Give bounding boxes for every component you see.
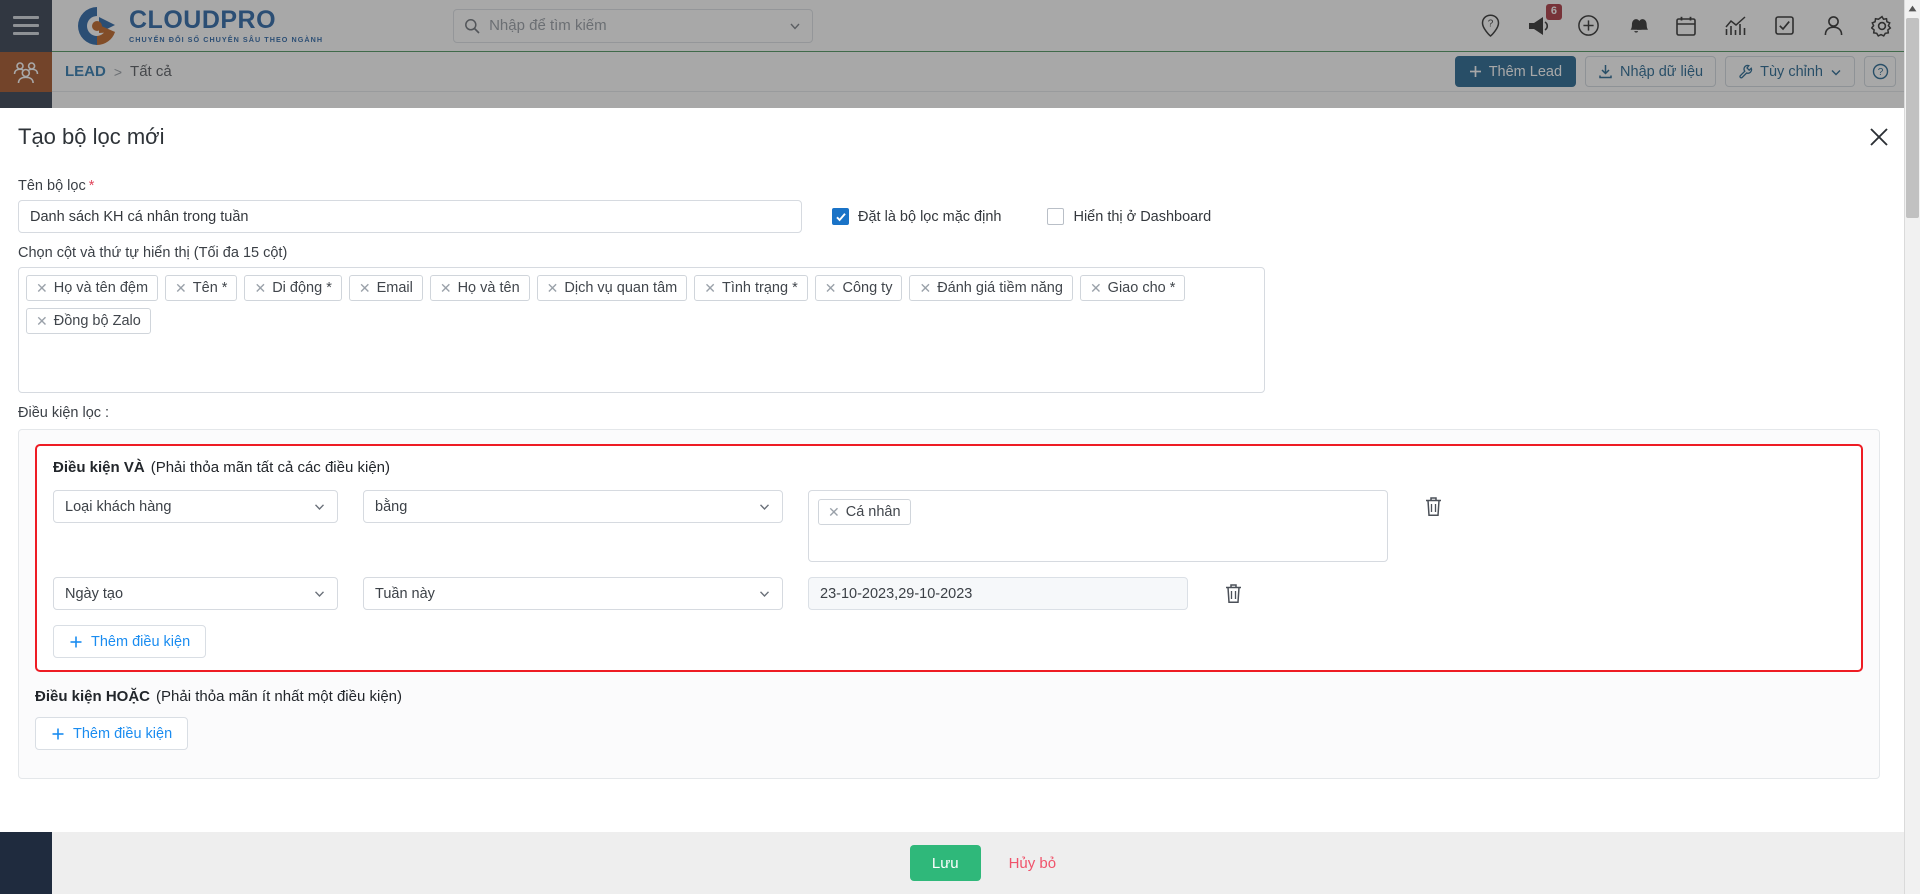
and-group-hint: (Phải thỏa mãn tất cả các điều kiện) bbox=[150, 459, 390, 476]
condition-operator-select[interactable]: Tuần này bbox=[363, 577, 783, 610]
show-on-dashboard-checkbox[interactable]: Hiển thị ở Dashboard bbox=[1047, 208, 1211, 225]
remove-tag-icon[interactable]: ✕ bbox=[919, 281, 931, 295]
add-or-condition-label: Thêm điều kiện bbox=[73, 725, 173, 742]
or-condition-group: Điều kiện HOẶC (Phải thỏa mãn ít nhất một… bbox=[35, 688, 1863, 750]
or-group-title: Điều kiện HOẶC bbox=[35, 688, 151, 705]
condition-field-value: Ngày tạo bbox=[65, 585, 124, 602]
column-tag[interactable]: ✕ Công ty bbox=[814, 275, 903, 301]
column-tag-label: Họ và tên đệm bbox=[53, 280, 149, 296]
scroll-up-icon[interactable] bbox=[1904, 0, 1920, 17]
condition-value-tag[interactable]: ✕ Cá nhân bbox=[818, 499, 911, 525]
and-condition-group: Điều kiện VÀ (Phải thỏa mãn tất cả các đi… bbox=[35, 444, 1863, 672]
conditions-container: Điều kiện VÀ (Phải thỏa mãn tất cả các đi… bbox=[18, 429, 1880, 779]
condition-field-select[interactable]: Ngày tạo bbox=[53, 577, 338, 610]
column-tag-label: Tình trạng * bbox=[721, 280, 798, 296]
condition-row: Ngày tạo Tuần này 23-10-2023,29-10-2023 bbox=[53, 577, 1845, 610]
and-group-title: Điều kiện VÀ bbox=[53, 459, 145, 476]
filter-name-row: Danh sách KH cá nhân trong tuần Đặt là b… bbox=[18, 200, 1902, 233]
column-tag[interactable]: ✕ Họ và tên đệm bbox=[26, 275, 159, 301]
footer-rail bbox=[0, 832, 52, 894]
modal-body: Tên bộ lọc * Danh sách KH cá nhân trong t… bbox=[0, 178, 1920, 779]
modal-backdrop bbox=[0, 0, 1920, 110]
filter-name-label: Tên bộ lọc * bbox=[18, 178, 1902, 194]
modal-footer: Lưu Hủy bỏ bbox=[52, 832, 1920, 894]
column-tag-label: Di động * bbox=[272, 280, 332, 296]
modal-header: Tạo bộ lọc mới bbox=[0, 108, 1920, 166]
conditions-label: Điều kiện lọc : bbox=[18, 405, 110, 421]
filter-name-input[interactable]: Danh sách KH cá nhân trong tuần bbox=[18, 200, 802, 233]
column-tag[interactable]: ✕ Email bbox=[348, 275, 423, 301]
create-filter-modal: Tạo bộ lọc mới Tên bộ lọc * Danh sách KH … bbox=[0, 108, 1920, 832]
filter-options: Đặt là bộ lọc mặc định Hiển thị ở Dashbo… bbox=[832, 208, 1211, 225]
condition-field-value: Loại khách hàng bbox=[65, 498, 172, 515]
default-filter-checkbox[interactable]: Đặt là bộ lọc mặc định bbox=[832, 208, 1001, 225]
app-root: CLOUDPRO CHUYỂN ĐỔI SỐ CHUYÊN SÂU THEO N… bbox=[0, 0, 1920, 894]
chevron-down-icon bbox=[313, 500, 326, 513]
remove-tag-icon[interactable]: ✕ bbox=[36, 281, 48, 295]
chevron-down-icon bbox=[758, 500, 771, 513]
remove-tag-icon[interactable]: ✕ bbox=[440, 281, 452, 295]
column-tag-label: Email bbox=[376, 280, 413, 296]
checkbox-checked-icon bbox=[832, 208, 849, 225]
remove-tag-icon[interactable]: ✕ bbox=[547, 281, 559, 295]
plus-icon bbox=[69, 635, 83, 649]
columns-label: Chọn cột và thứ tự hiển thị (Tối đa 15 c… bbox=[18, 245, 288, 261]
condition-operator-select[interactable]: bằng bbox=[363, 490, 783, 523]
column-tag[interactable]: ✕ Dịch vụ quan tâm bbox=[536, 275, 688, 301]
checkbox-unchecked-icon bbox=[1047, 208, 1065, 225]
condition-date-range-input[interactable]: 23-10-2023,29-10-2023 bbox=[808, 577, 1188, 610]
condition-value-tag-input[interactable]: ✕ Cá nhân bbox=[808, 490, 1388, 562]
page-scrollbar[interactable] bbox=[1904, 0, 1920, 894]
chevron-down-icon bbox=[313, 587, 326, 600]
condition-field-select[interactable]: Loại khách hàng bbox=[53, 490, 338, 523]
filter-name-label-text: Tên bộ lọc bbox=[18, 178, 86, 194]
add-or-condition-button[interactable]: Thêm điều kiện bbox=[35, 717, 189, 750]
column-tag[interactable]: ✕ Họ và tên bbox=[429, 275, 530, 301]
column-tag-label: Đồng bộ Zalo bbox=[53, 313, 141, 329]
remove-tag-icon[interactable]: ✕ bbox=[175, 281, 187, 295]
required-mark: * bbox=[88, 178, 95, 194]
close-icon[interactable] bbox=[1866, 124, 1892, 150]
add-and-condition-button[interactable]: Thêm điều kiện bbox=[53, 625, 207, 658]
column-tag-label: Đánh giá tiềm năng bbox=[937, 280, 1063, 296]
condition-row: Loại khách hàng bằng ✕ Cá nhân bbox=[53, 490, 1845, 562]
page-title: Tạo bộ lọc mới bbox=[18, 124, 165, 149]
scrollbar-thumb[interactable] bbox=[1906, 18, 1919, 218]
remove-tag-icon[interactable]: ✕ bbox=[254, 281, 266, 295]
column-tag[interactable]: ✕ Giao cho * bbox=[1079, 275, 1186, 301]
column-tag[interactable]: ✕ Tên * bbox=[165, 275, 238, 301]
column-tag-label: Công ty bbox=[842, 280, 893, 296]
and-group-header: Điều kiện VÀ (Phải thỏa mãn tất cả các đi… bbox=[53, 459, 1845, 476]
or-group-header: Điều kiện HOẶC (Phải thỏa mãn ít nhất một… bbox=[35, 688, 1863, 705]
remove-tag-icon[interactable]: ✕ bbox=[825, 281, 837, 295]
condition-operator-value: bằng bbox=[375, 498, 408, 515]
remove-tag-icon[interactable]: ✕ bbox=[36, 314, 48, 328]
plus-icon bbox=[51, 727, 65, 741]
column-tag[interactable]: ✕ Di động * bbox=[244, 275, 342, 301]
column-tag-label: Họ và tên bbox=[457, 280, 520, 296]
add-and-condition-label: Thêm điều kiện bbox=[91, 633, 191, 650]
delete-condition-button[interactable] bbox=[1221, 583, 1245, 604]
remove-tag-icon[interactable]: ✕ bbox=[704, 281, 716, 295]
save-button[interactable]: Lưu bbox=[909, 845, 981, 881]
remove-tag-icon[interactable]: ✕ bbox=[1090, 281, 1102, 295]
column-tag[interactable]: ✕ Tình trạng * bbox=[694, 275, 808, 301]
default-filter-label: Đặt là bộ lọc mặc định bbox=[858, 208, 1002, 225]
or-group-hint: (Phải thỏa mãn ít nhất một điều kiện) bbox=[156, 688, 403, 705]
cancel-button[interactable]: Hủy bỏ bbox=[1003, 854, 1063, 873]
show-on-dashboard-label: Hiển thị ở Dashboard bbox=[1073, 208, 1212, 225]
column-tag-label: Dịch vụ quan tâm bbox=[564, 280, 678, 296]
chevron-down-icon bbox=[758, 587, 771, 600]
delete-condition-button[interactable] bbox=[1421, 496, 1445, 517]
condition-value-tag-label: Cá nhân bbox=[845, 504, 901, 520]
condition-operator-value: Tuần này bbox=[375, 585, 435, 602]
remove-tag-icon[interactable]: ✕ bbox=[359, 281, 371, 295]
column-tag[interactable]: ✕ Đồng bộ Zalo bbox=[26, 308, 151, 334]
column-tag-label: Tên * bbox=[192, 280, 228, 296]
columns-tag-input[interactable]: ✕ Họ và tên đệm ✕ Tên * ✕ Di động * ✕ Email … bbox=[18, 267, 1265, 393]
column-tag[interactable]: ✕ Đánh giá tiềm năng bbox=[909, 275, 1073, 301]
column-tag-label: Giao cho * bbox=[1107, 280, 1176, 296]
remove-tag-icon[interactable]: ✕ bbox=[828, 505, 840, 519]
